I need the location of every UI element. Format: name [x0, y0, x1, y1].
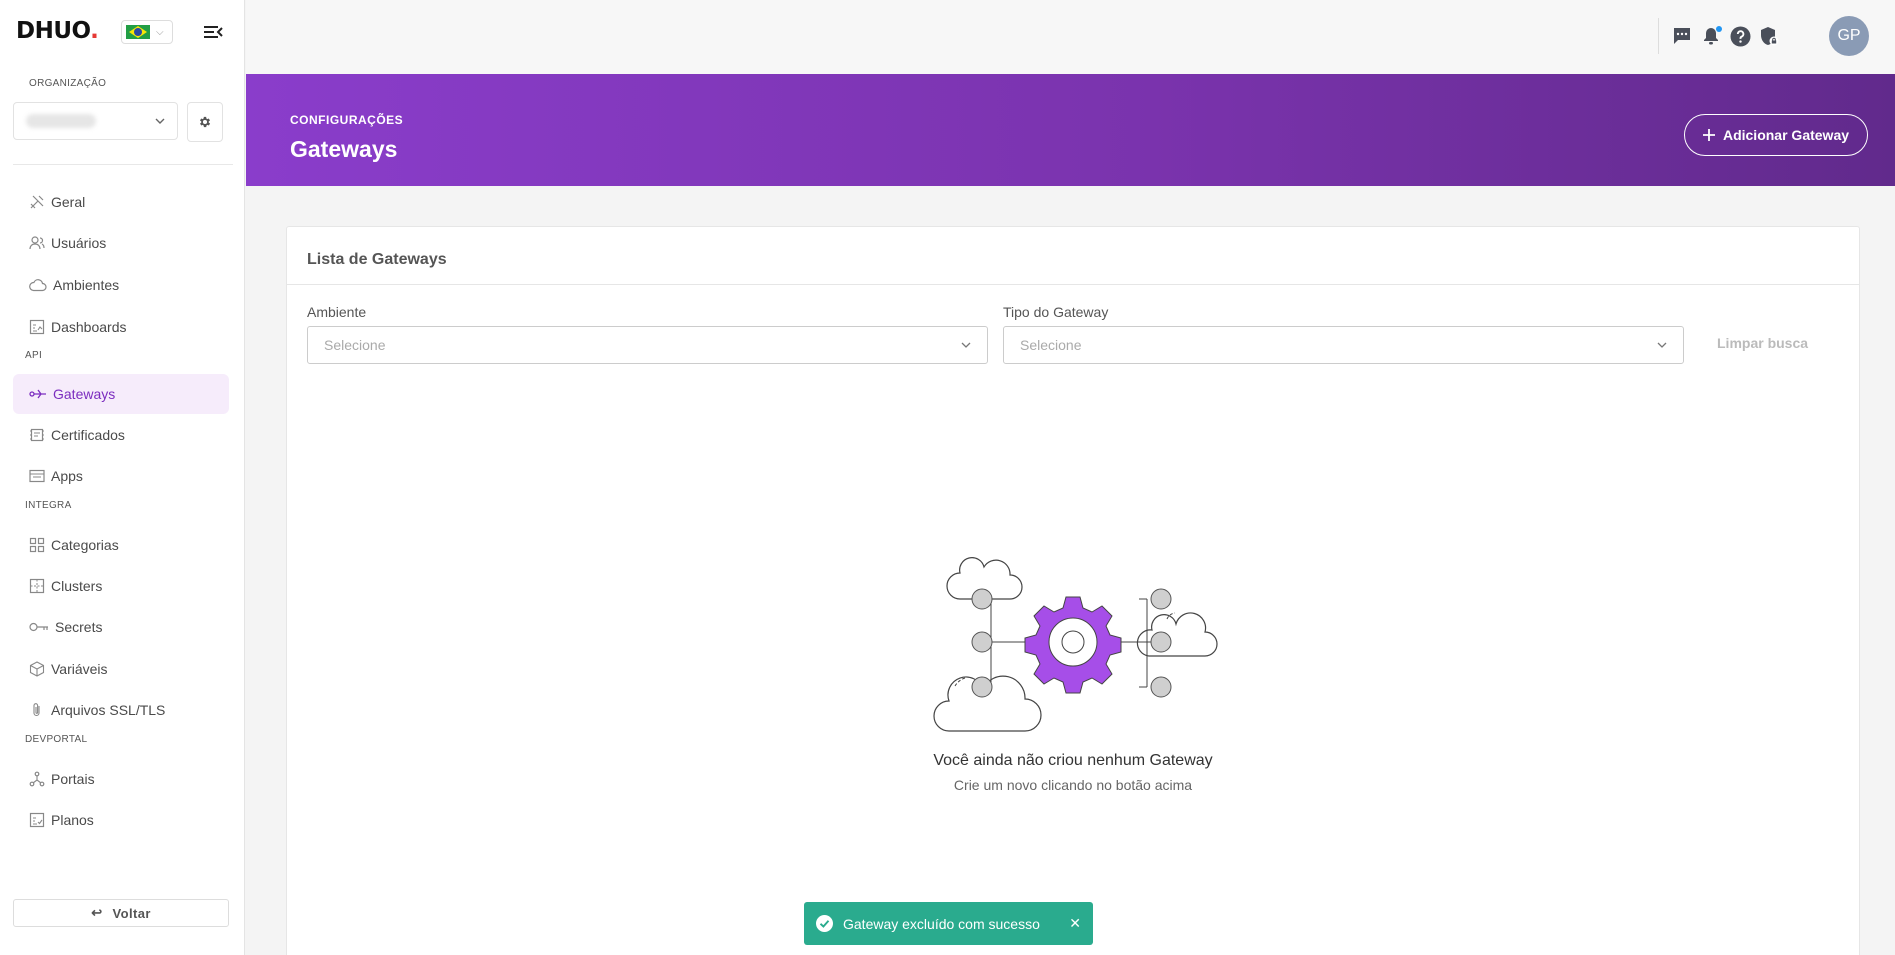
sidebar-item-clusters[interactable]: Clusters [13, 566, 229, 606]
top-bar: GP [246, 0, 1895, 74]
sidebar-item-ambientes[interactable]: Ambientes [13, 265, 229, 305]
help-button[interactable] [1728, 24, 1752, 48]
section-label-devportal: DEVPORTAL [25, 734, 88, 745]
ambiente-select[interactable]: Selecione [307, 326, 988, 364]
sidebar-item-variaveis[interactable]: Variáveis [13, 649, 229, 689]
chat-icon [1674, 28, 1690, 44]
key-icon [29, 622, 48, 632]
help-icon [1730, 26, 1750, 46]
sidebar-item-dashboards[interactable]: Dashboards [13, 307, 229, 347]
sidebar-item-usuarios[interactable]: Usuários [13, 223, 229, 263]
apps-icon [29, 469, 45, 483]
toast-message: Gateway excluído com sucesso [843, 915, 1040, 932]
card-divider [287, 284, 1859, 285]
organization-select[interactable] [13, 102, 178, 140]
ambiente-label: Ambiente [307, 304, 367, 320]
portal-icon [29, 771, 45, 787]
chevron-down-icon [961, 342, 971, 348]
gateways-list-card: Lista de Gateways Ambiente Selecione Tip… [286, 226, 1860, 955]
brazil-flag-icon [126, 25, 150, 39]
organization-label: ORGANIZAÇÃO [29, 78, 107, 89]
arrow-left-icon: ↩ [91, 905, 103, 920]
paperclip-icon [33, 703, 40, 717]
add-gateway-button[interactable]: Adicionar Gateway [1684, 114, 1868, 156]
chevron-down-icon [1657, 342, 1667, 348]
language-select[interactable]: ⌵ [121, 20, 173, 44]
section-label-integra: INTEGRA [25, 500, 72, 511]
page-banner: CONFIGURAÇÕES Gateways Adicionar Gateway [246, 74, 1895, 186]
sidebar: DHUO. ⌵ ORGANIZAÇÃO Geral Usuários Ambie… [0, 0, 245, 955]
shield-lock-icon [1761, 26, 1779, 45]
organization-settings-button[interactable] [187, 102, 223, 142]
sidebar-item-certificados[interactable]: Certificados [13, 415, 229, 455]
sidebar-item-arquivos-ssl[interactable]: Arquivos SSL/TLS [13, 690, 229, 730]
cloud-icon [1136, 612, 1218, 657]
sidebar-item-geral[interactable]: Geral [13, 182, 229, 222]
clusters-icon [29, 578, 45, 594]
organization-name-redacted [26, 114, 96, 128]
sidebar-item-categorias[interactable]: Categorias [13, 525, 229, 565]
tipo-gateway-select[interactable]: Selecione [1003, 326, 1684, 364]
tipo-gateway-label: Tipo do Gateway [1003, 304, 1109, 320]
empty-state-title: Você ainda não criou nenhum Gateway [933, 752, 1213, 769]
gear-icon [1024, 596, 1122, 694]
plans-icon [29, 812, 45, 828]
empty-state-subtitle: Crie um novo clicando no botão acima [953, 777, 1193, 793]
gear-icon [199, 116, 211, 128]
dashboard-icon [29, 319, 45, 335]
page-breadcrumb: CONFIGURAÇÕES [290, 113, 404, 127]
cube-icon [29, 661, 45, 677]
sidebar-divider [13, 164, 233, 165]
empty-gateways-illustration [933, 557, 1218, 732]
security-button[interactable] [1757, 24, 1781, 48]
notifications-button[interactable] [1699, 24, 1723, 48]
collapse-sidebar-button[interactable] [200, 20, 226, 44]
chevron-down-icon: ⌵ [156, 26, 164, 38]
page-title: Gateways [290, 136, 398, 162]
dhuo-logo[interactable]: DHUO. [16, 18, 99, 44]
close-icon[interactable]: ✕ [1069, 915, 1081, 932]
certificate-icon [30, 428, 44, 442]
clear-search-button[interactable]: Limpar busca [1717, 335, 1808, 351]
notification-badge [1716, 26, 1722, 32]
back-button[interactable]: ↩ Voltar [13, 899, 229, 927]
chevron-down-icon [155, 118, 165, 124]
top-bar-separator [1658, 18, 1659, 54]
gateway-icon [29, 389, 46, 399]
sidebar-item-planos[interactable]: Planos [13, 800, 229, 840]
menu-collapse-icon [204, 26, 223, 38]
user-avatar[interactable]: GP [1829, 16, 1869, 56]
card-title: Lista de Gateways [307, 251, 447, 268]
sidebar-item-apps[interactable]: Apps [13, 456, 229, 496]
section-label-api: API [25, 350, 43, 361]
users-icon [29, 236, 45, 250]
check-circle-icon [816, 915, 833, 932]
sidebar-item-secrets[interactable]: Secrets [13, 607, 229, 647]
sidebar-item-portais[interactable]: Portais [13, 759, 229, 799]
tools-icon [30, 195, 44, 209]
plus-icon [1702, 129, 1715, 141]
chat-button[interactable] [1670, 24, 1694, 48]
success-toast: Gateway excluído com sucesso ✕ [804, 902, 1093, 945]
sidebar-item-gateways[interactable]: Gateways [13, 374, 229, 414]
cloud-icon [29, 279, 47, 292]
categories-icon [29, 537, 45, 553]
